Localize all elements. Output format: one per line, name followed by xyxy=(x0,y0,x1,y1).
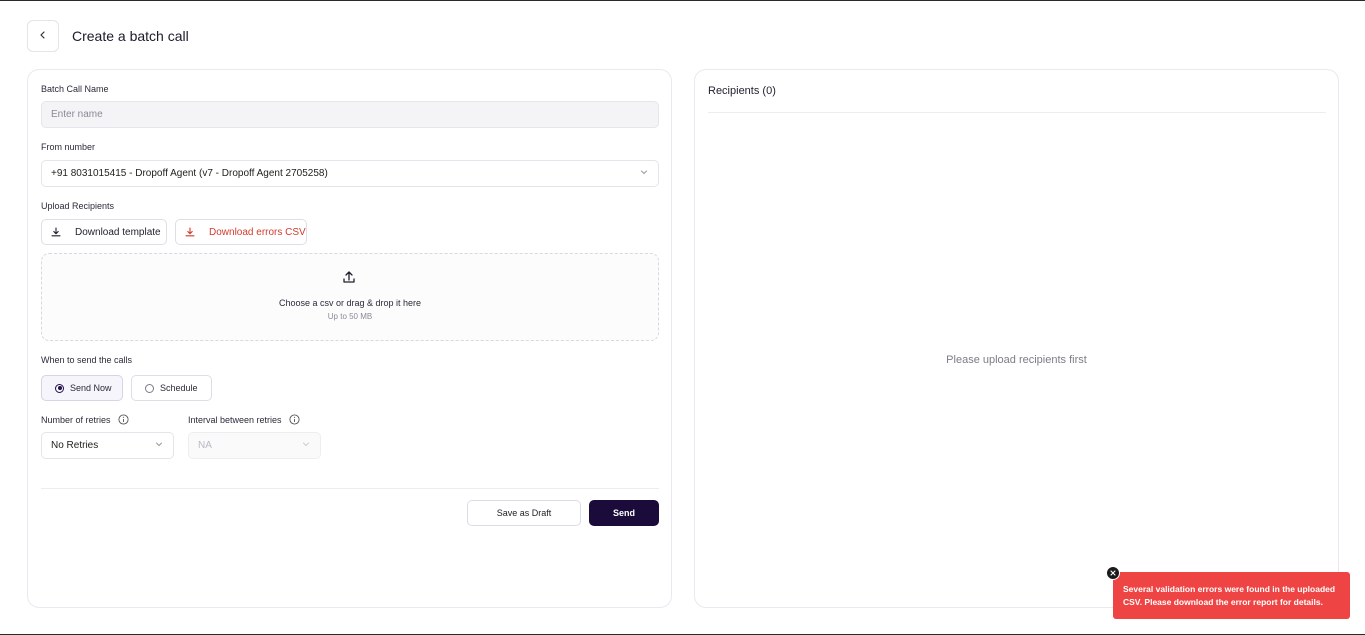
number-of-retries-label-row: Number of retries xyxy=(41,414,129,425)
form-divider xyxy=(41,488,659,489)
interval-between-retries-label: Interval between retries xyxy=(188,414,282,425)
upload-icon xyxy=(342,270,356,289)
from-number-value: +91 8031015415 - Dropoff Agent (v7 - Dro… xyxy=(51,168,328,179)
interval-label-row: Interval between retries xyxy=(188,414,300,425)
retries-value: No Retries xyxy=(51,440,99,451)
from-number-label: From number xyxy=(41,142,96,152)
chevron-down-icon xyxy=(639,167,649,180)
page-header: Create a batch call xyxy=(27,20,189,52)
csv-dropzone[interactable]: Choose a csv or drag & drop it here Up t… xyxy=(41,253,659,341)
download-template-button[interactable]: Download template xyxy=(41,219,167,245)
schedule-option[interactable]: Schedule xyxy=(131,375,212,401)
recipients-empty-state: Please upload recipients first xyxy=(946,354,1087,366)
from-number-select[interactable]: +91 8031015415 - Dropoff Agent (v7 - Dro… xyxy=(41,160,659,187)
retries-select[interactable]: No Retries xyxy=(41,432,174,459)
download-icon xyxy=(185,227,195,237)
send-now-option[interactable]: Send Now xyxy=(41,375,123,401)
info-icon[interactable] xyxy=(117,414,129,425)
send-now-label: Send Now xyxy=(70,383,112,393)
page-title: Create a batch call xyxy=(72,28,189,44)
download-template-label: Download template xyxy=(75,226,161,238)
download-errors-csv-label: Download errors CSV xyxy=(209,226,306,238)
save-as-draft-button[interactable]: Save as Draft xyxy=(467,500,581,526)
error-toast: Several validation errors were found in … xyxy=(1106,566,1350,619)
recipients-title: Recipients (0) xyxy=(708,85,776,97)
download-icon xyxy=(51,227,61,237)
dropzone-text: Choose a csv or drag & drop it here xyxy=(278,298,422,308)
batch-call-name-label: Batch Call Name xyxy=(41,84,109,94)
chevron-down-icon xyxy=(154,439,164,452)
interval-value: NA xyxy=(198,440,212,451)
when-to-send-label: When to send the calls xyxy=(41,355,133,365)
batch-call-name-input[interactable] xyxy=(41,101,659,128)
send-button[interactable]: Send xyxy=(589,500,659,526)
recipients-panel: Recipients (0) Please upload recipients … xyxy=(694,69,1339,608)
radio-unchecked-icon xyxy=(145,383,154,393)
number-of-retries-label: Number of retries xyxy=(41,414,111,425)
download-errors-csv-button[interactable]: Download errors CSV xyxy=(175,219,307,245)
dropzone-subtext: Up to 50 MB xyxy=(327,312,373,321)
upload-recipients-label: Upload Recipients xyxy=(41,201,115,211)
info-icon[interactable] xyxy=(288,414,300,425)
chevron-left-icon xyxy=(38,27,48,45)
interval-select: NA xyxy=(188,432,321,459)
recipients-divider xyxy=(708,112,1326,113)
close-icon xyxy=(1110,567,1116,580)
schedule-label: Schedule xyxy=(160,383,198,393)
toast-message: Several validation errors were found in … xyxy=(1123,584,1336,607)
back-button[interactable] xyxy=(27,20,59,52)
chevron-down-icon xyxy=(301,439,311,452)
batch-call-form: Batch Call Name From number +91 80310154… xyxy=(27,69,672,608)
radio-checked-icon xyxy=(55,383,64,393)
close-toast-button[interactable] xyxy=(1106,566,1120,580)
